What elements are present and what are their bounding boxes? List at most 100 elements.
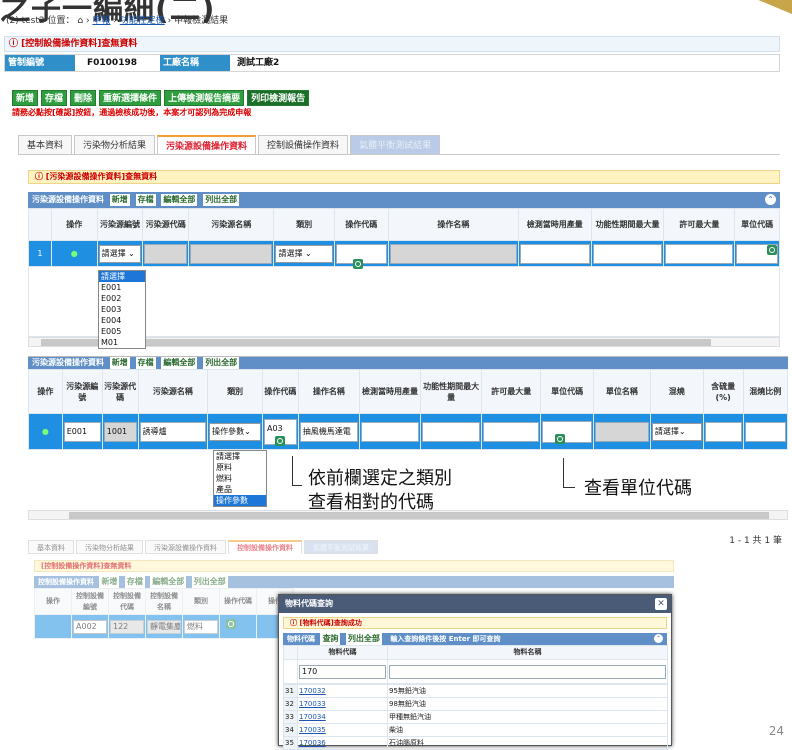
panel3-add-button[interactable]: 新增 bbox=[99, 576, 120, 588]
control-no-select[interactable]: A002 bbox=[73, 619, 107, 634]
search-icon[interactable] bbox=[767, 245, 777, 255]
table-row[interactable]: ● E001 1001 誘導爐 操作參數⌄ A03 抽風機馬達電 請選擇⌄ bbox=[28, 413, 789, 450]
tab-source-operation[interactable]: 污染源設備操作資料 bbox=[157, 135, 257, 155]
dropdown-option[interactable]: 燃料 bbox=[214, 473, 266, 484]
material-code-search-input[interactable]: 170 bbox=[299, 664, 386, 679]
print-report-button[interactable]: 列印檢測報告 bbox=[247, 90, 310, 106]
tab-source-operation[interactable]: 污染源設備操作資料 bbox=[145, 540, 226, 554]
query-button[interactable]: 查詢 bbox=[320, 633, 341, 645]
tab-pollutant-analysis[interactable]: 污染物分析結果 bbox=[74, 135, 156, 155]
permit-max-field[interactable] bbox=[665, 243, 734, 264]
breadcrumb-item-3: 申報檢測結果 bbox=[174, 16, 229, 26]
dropdown-option[interactable]: 操作參數 bbox=[214, 495, 266, 506]
panel1-save-button[interactable]: 存檔 bbox=[135, 194, 156, 206]
source-code-field bbox=[144, 243, 188, 264]
panel1-list-all-button[interactable]: 列出全部 bbox=[203, 194, 240, 206]
search-icon[interactable] bbox=[555, 434, 566, 444]
table-row[interactable]: 32 170033 98無鉛汽油 bbox=[283, 697, 668, 711]
list-all-button[interactable]: 列出全部 bbox=[345, 633, 382, 645]
close-icon[interactable]: ✕ bbox=[655, 598, 667, 610]
callout-line bbox=[563, 458, 575, 488]
usage-field[interactable] bbox=[360, 421, 420, 442]
panel2-save-button[interactable]: 存檔 bbox=[135, 357, 156, 369]
tab-pollutant-analysis[interactable]: 污染物分析結果 bbox=[76, 540, 143, 554]
table-row[interactable]: 34 170035 柴油 bbox=[283, 723, 668, 737]
col-op-name: 操作名稱 bbox=[297, 369, 360, 414]
dropdown-option[interactable]: M01 bbox=[99, 337, 145, 348]
material-name-search-input[interactable] bbox=[389, 664, 666, 679]
table-row[interactable]: 35 170036 石油腦原料 bbox=[283, 736, 668, 750]
material-code-link[interactable]: 170035 bbox=[297, 723, 388, 737]
col-op: 操作 bbox=[50, 208, 98, 241]
dropdown-option[interactable]: E004 bbox=[99, 315, 145, 326]
category-select[interactable]: 操作參數⌄ bbox=[209, 422, 261, 441]
panel2-add-button[interactable]: 新增 bbox=[109, 357, 130, 369]
category-select[interactable]: 請選擇 ⌄ bbox=[275, 244, 333, 263]
unit-name-field bbox=[594, 421, 649, 442]
tab-basic[interactable]: 基本資料 bbox=[28, 540, 74, 554]
mix-select[interactable]: 請選擇⌄ bbox=[651, 422, 702, 441]
search-icon[interactable] bbox=[352, 259, 363, 269]
table-row[interactable]: 1 ● 請選擇 ⌄ 請選擇 ⌄ bbox=[28, 240, 780, 269]
delete-button[interactable]: 刪除 bbox=[70, 90, 97, 106]
add-button[interactable]: 新增 bbox=[12, 90, 39, 106]
panel3-save-button[interactable]: 存檔 bbox=[124, 576, 145, 588]
save-button[interactable]: 存檔 bbox=[41, 90, 68, 106]
panel2-edit-all-button[interactable]: 編輯全部 bbox=[161, 357, 198, 369]
mix-ratio-field[interactable] bbox=[744, 421, 786, 442]
collapse-icon[interactable]: ⌃ bbox=[654, 634, 663, 643]
panel2-grid-header: 污染源設備操作資料 新增 存檔 編輯全部 列出全部 bbox=[28, 357, 788, 369]
dropdown-option[interactable]: E001 bbox=[99, 282, 145, 293]
panel3-edit-all-button[interactable]: 編輯全部 bbox=[150, 576, 187, 588]
search-icon[interactable] bbox=[274, 436, 285, 446]
dropdown-option[interactable]: 原料 bbox=[214, 462, 266, 473]
table-row[interactable]: 31 170032 95無鉛汽油 bbox=[283, 684, 668, 698]
table-row[interactable]: A002 122 靜電集塵器 燃料 bbox=[34, 614, 294, 639]
dropdown-option[interactable]: 請選擇 bbox=[214, 451, 266, 462]
permit-max-field[interactable] bbox=[483, 421, 540, 442]
dropdown-option[interactable]: 產品 bbox=[214, 484, 266, 495]
search-icon[interactable] bbox=[226, 619, 236, 629]
period-max-field[interactable] bbox=[422, 421, 481, 442]
tab-bar: 基本資料 污染物分析結果 污染源設備操作資料 控制設備操作資料 氣體平衡測試結果 bbox=[18, 135, 441, 155]
panel3-list-all-button[interactable]: 列出全部 bbox=[191, 576, 228, 588]
tab-control-operation[interactable]: 控制設備操作資料 bbox=[258, 135, 349, 155]
dropdown-option[interactable]: 請選擇 bbox=[99, 271, 145, 282]
panel1-edit-all-button[interactable]: 編輯全部 bbox=[161, 194, 198, 206]
reselect-button[interactable]: 重新選擇條件 bbox=[99, 90, 162, 106]
table-row[interactable]: 33 170034 甲種無鉛汽油 bbox=[283, 710, 668, 724]
col-period-max: 功能性期間最大量 bbox=[590, 208, 665, 241]
dropdown-option[interactable]: E003 bbox=[99, 304, 145, 315]
dropdown-option[interactable]: E005 bbox=[99, 326, 145, 337]
source-no-select[interactable]: 請選擇 ⌄ bbox=[98, 244, 142, 263]
source-no-field[interactable]: E001 bbox=[63, 421, 101, 442]
material-code-link[interactable]: 170036 bbox=[297, 736, 388, 750]
callout-category-line1: 依前欄選定之類別 bbox=[308, 468, 452, 489]
dialog-title: 物料代碼查詢 bbox=[285, 599, 333, 608]
usage-field[interactable] bbox=[519, 243, 590, 264]
panel3-tabs: 基本資料 污染物分析結果 污染源設備操作資料 控制設備操作資料 氣體平衡測試結果 bbox=[28, 540, 668, 560]
tab-control-operation[interactable]: 控制設備操作資料 bbox=[228, 540, 302, 554]
material-code-link[interactable]: 170034 bbox=[297, 710, 388, 724]
row-number: 1 bbox=[28, 240, 52, 267]
collapse-icon[interactable]: ⌃ bbox=[765, 194, 776, 205]
label-control-no: 管制編號 bbox=[5, 55, 75, 71]
panel1-grid-title: 污染源設備操作資料 bbox=[32, 195, 104, 204]
material-code-link[interactable]: 170032 bbox=[297, 684, 388, 698]
category-dropdown: 請選擇 原料 燃料 產品 操作參數 bbox=[213, 450, 267, 507]
panel1-add-button[interactable]: 新增 bbox=[109, 194, 130, 206]
dropdown-option[interactable]: E002 bbox=[99, 293, 145, 304]
breadcrumb-item-2[interactable]: 功能性定檢 bbox=[120, 16, 165, 26]
material-code-link[interactable]: 170033 bbox=[297, 697, 388, 711]
tab-basic[interactable]: 基本資料 bbox=[18, 135, 73, 155]
source-no-dropdown: 請選擇 E001 E002 E003 E004 E005 M01 bbox=[98, 270, 146, 349]
upload-summary-button[interactable]: 上傳檢測報告摘要 bbox=[164, 90, 245, 106]
home-icon[interactable]: ⌂ bbox=[77, 16, 83, 26]
period-max-field[interactable] bbox=[592, 243, 663, 264]
unit-code-field[interactable] bbox=[542, 420, 592, 443]
breadcrumb-item-1[interactable]: 申報 bbox=[92, 16, 110, 26]
sulfur-field[interactable] bbox=[704, 421, 742, 442]
panel2-list-all-button[interactable]: 列出全部 bbox=[203, 357, 240, 369]
panel1-message: ⓘ [污染源設備操作資料]查無資料 bbox=[28, 170, 780, 184]
row-status-icon: ● bbox=[28, 413, 63, 450]
